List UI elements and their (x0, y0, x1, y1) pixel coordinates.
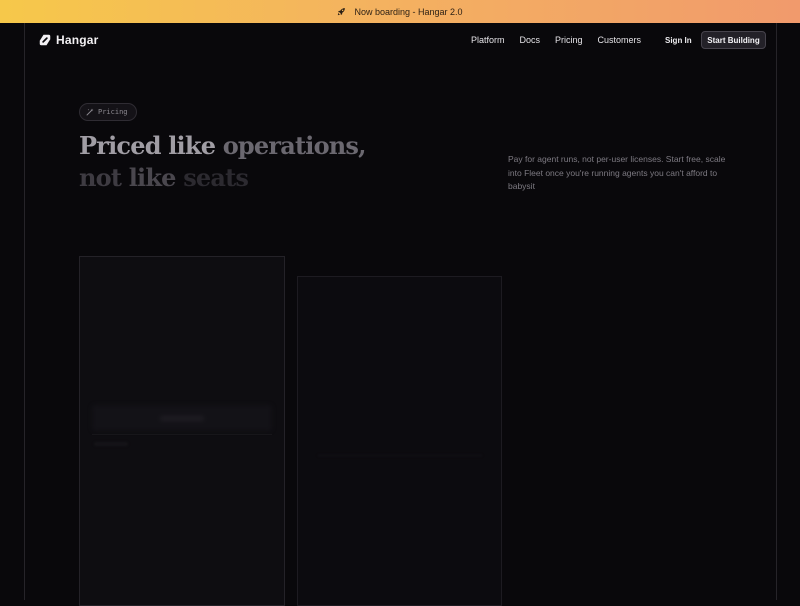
headline-line1-b: operations, (222, 131, 367, 160)
section-badge: Pricing (79, 103, 137, 121)
headline-line1-a: Priced like (79, 131, 223, 160)
nav-link-customers[interactable]: Customers (598, 35, 642, 45)
nav-links: Platform Docs Pricing Customers (471, 35, 641, 45)
pricing-card-1-divider (92, 434, 272, 435)
pricing-card-1-placeholder-text (94, 442, 128, 446)
hangar-logo-icon (39, 34, 51, 46)
start-building-button[interactable]: Start Building (701, 31, 766, 49)
nav-link-platform[interactable]: Platform (471, 35, 505, 45)
headline-line2-c: seats (183, 163, 249, 192)
headline-line2-a: not (79, 163, 129, 192)
pricing-card-2-divider (318, 455, 482, 456)
pricing-card-2 (297, 276, 502, 606)
page-headline: Priced like operations, not like seats (79, 130, 367, 194)
hero-description: Pay for agent runs, not per-user license… (508, 154, 726, 191)
badge-label: Pricing (98, 108, 128, 116)
sign-in-link[interactable]: Sign In (665, 36, 692, 45)
sparkle-icon (86, 108, 94, 116)
pricing-card-1 (79, 256, 285, 606)
rocket-icon (337, 7, 346, 16)
brand-name: Hangar (56, 33, 99, 47)
banner-text: Now boarding - Hangar 2.0 (354, 6, 463, 17)
announcement-banner[interactable]: Now boarding - Hangar 2.0 (0, 0, 800, 23)
nav-link-pricing[interactable]: Pricing (555, 35, 583, 45)
top-navigation: Hangar Platform Docs Pricing Customers S… (0, 23, 800, 59)
nav-link-docs[interactable]: Docs (520, 35, 541, 45)
brand-logo[interactable]: Hangar (39, 33, 99, 47)
headline-line2-b: like (128, 163, 184, 192)
pricing-card-1-cta[interactable] (92, 405, 272, 431)
